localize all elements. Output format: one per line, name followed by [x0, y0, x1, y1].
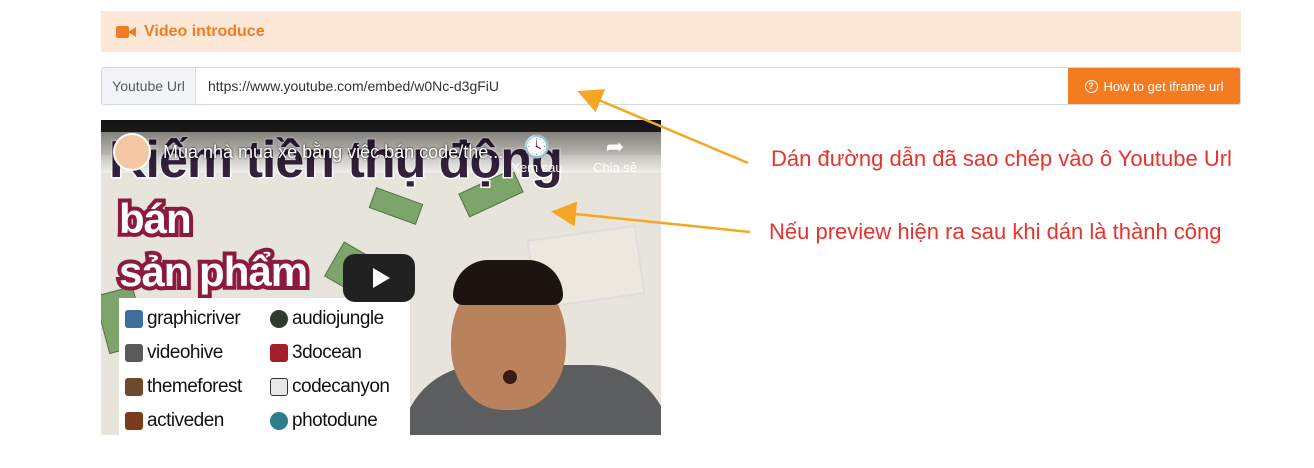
youtube-url-input[interactable] — [196, 68, 1068, 104]
brand-graphicriver: graphicriver — [125, 302, 270, 336]
brand-videohive: videohive — [125, 336, 270, 370]
section-header: Video introduce — [101, 11, 1241, 52]
brand-audiojungle: audiojungle — [270, 302, 415, 336]
play-icon — [372, 268, 390, 288]
youtube-url-label: Youtube Url — [102, 68, 196, 104]
video-preview[interactable]: Kiếm tiền thụ động bán sản phẩm graphicr… — [101, 120, 661, 435]
play-button[interactable] — [343, 254, 415, 302]
brand-activeden: activeden — [125, 404, 270, 435]
paste-hint-annotation: Dán đường dẫn đã sao chép vào ô Youtube … — [771, 146, 1232, 171]
preview-hint-annotation: Nếu preview hiện ra sau khi dán là thành… — [769, 219, 1222, 244]
photodune-logo-icon — [270, 412, 288, 430]
audiojungle-logo-icon — [270, 310, 288, 328]
overlay-line-ban: bán — [115, 191, 196, 246]
overlay-line-san-pham: sản phẩm — [115, 244, 312, 299]
brand-themeforest: themeforest — [125, 370, 270, 404]
graphicriver-logo-icon — [125, 310, 143, 328]
share-button[interactable]: ➦ Chia sẻ — [585, 134, 645, 175]
clock-icon: 🕓 — [523, 134, 551, 159]
share-arrow-icon: ➦ — [605, 134, 625, 159]
section-title: Video introduce — [144, 22, 265, 40]
help-button-label: How to get iframe url — [1103, 78, 1224, 94]
channel-avatar[interactable] — [113, 133, 151, 171]
brand-3docean: 3docean — [270, 336, 415, 370]
marketplace-brand-list: graphicriver audiojungle videohive 3doce… — [119, 298, 410, 435]
video-camera-icon — [116, 25, 136, 39]
codecanyon-logo-icon — [270, 378, 288, 396]
youtube-url-input-group: Youtube Url ? How to get iframe url — [101, 67, 1241, 105]
videohive-logo-icon — [125, 344, 143, 362]
brand-photodune: photodune — [270, 404, 415, 435]
how-to-get-iframe-url-button[interactable]: ? How to get iframe url — [1068, 68, 1240, 104]
watch-later-button[interactable]: 🕓 Xem sau — [507, 134, 567, 175]
3docean-logo-icon — [270, 344, 288, 362]
question-circle-icon: ? — [1084, 79, 1098, 93]
brand-codecanyon: codecanyon — [270, 370, 415, 404]
video-title[interactable]: Mua nhà mua xe bằng việc bán code/the... — [163, 142, 503, 163]
activeden-logo-icon — [125, 412, 143, 430]
themeforest-logo-icon — [125, 378, 143, 396]
